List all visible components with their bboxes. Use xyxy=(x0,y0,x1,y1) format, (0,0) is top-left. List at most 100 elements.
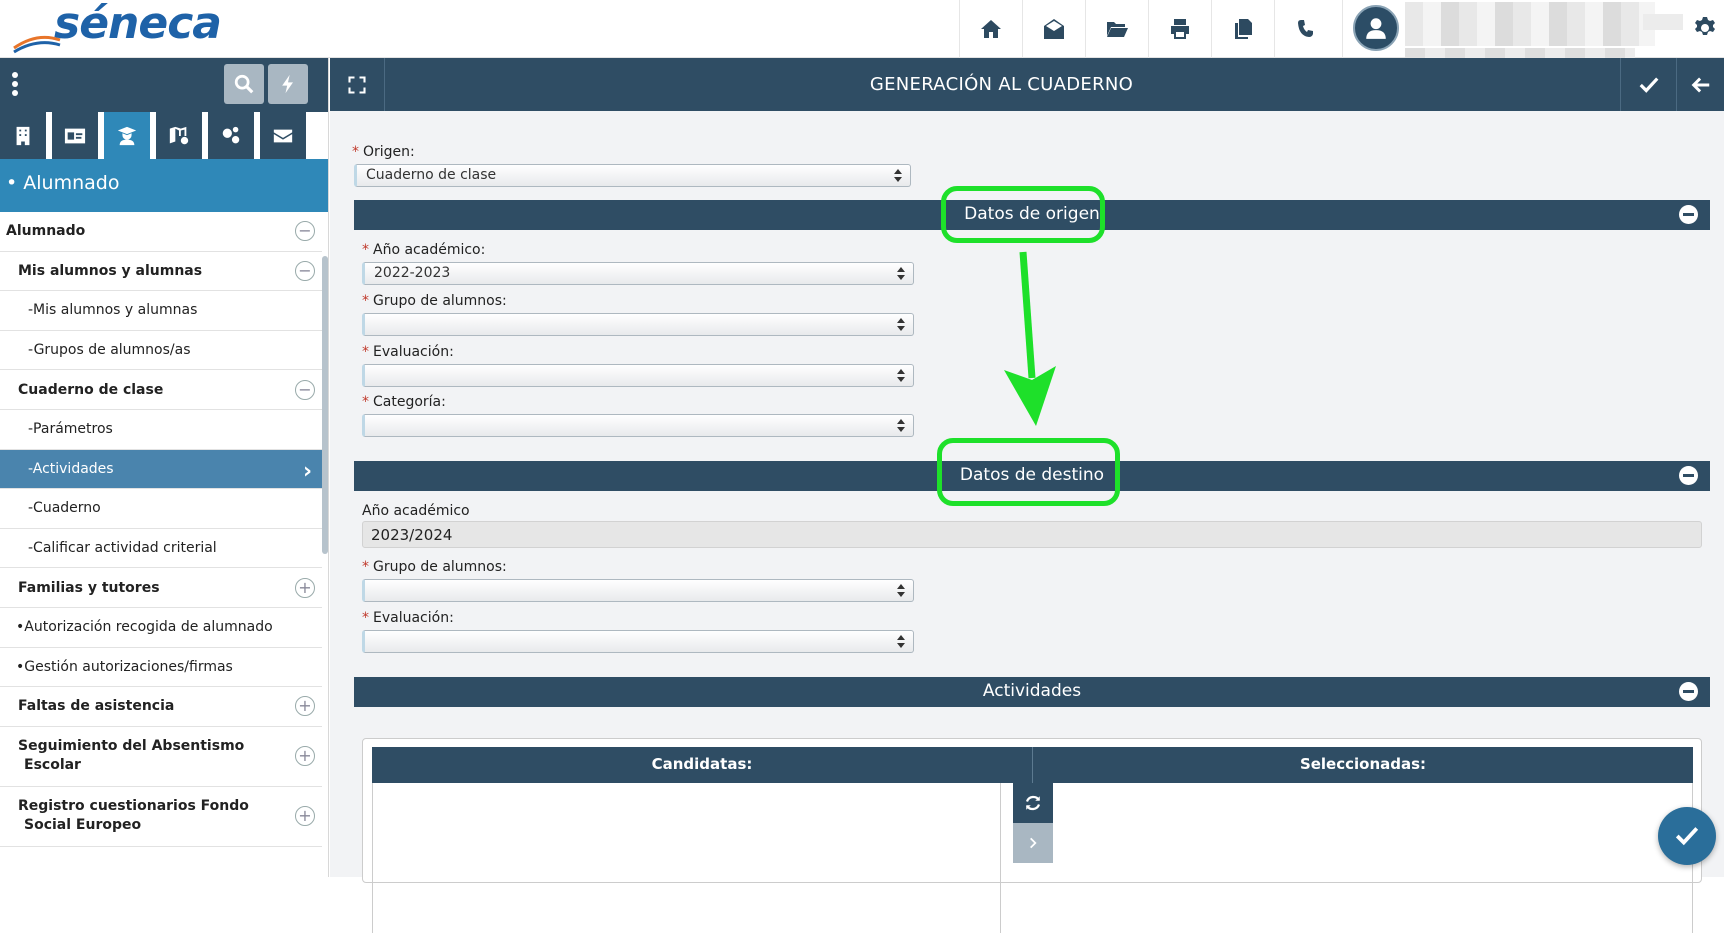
mail-button[interactable] xyxy=(1022,0,1085,58)
sidebar-menu-item[interactable]: Faltas de asistencia + xyxy=(0,687,322,727)
annotation-arrow-icon xyxy=(1004,251,1056,426)
collapse-minus-icon[interactable]: − xyxy=(295,221,315,242)
more-options-icon[interactable] xyxy=(10,72,20,98)
main-content: GENERACIÓN AL CUADERNO * Origen: Cuaderno… xyxy=(330,58,1724,933)
tab-alumnado[interactable] xyxy=(104,112,150,159)
sidebar-menu-item[interactable]: Alumnado − xyxy=(0,212,322,252)
sidebar-menu-item[interactable]: -Calificar actividad criterial xyxy=(0,529,322,569)
chevron-right-icon xyxy=(1030,837,1037,849)
tab-personal[interactable] xyxy=(52,112,98,159)
collapse-actividades-icon[interactable] xyxy=(1679,682,1698,701)
check-icon xyxy=(1675,827,1699,846)
envelope-icon xyxy=(273,129,293,142)
floating-accept-button[interactable] xyxy=(1658,807,1716,865)
print-icon xyxy=(1171,19,1189,39)
move-right-button[interactable] xyxy=(1013,823,1053,863)
sidebar-menu: Alumnado − Mis alumnos y alumnas − -Mis alum… xyxy=(0,212,328,877)
actividades-header[interactable]: Actividades xyxy=(354,677,1710,707)
expand-plus-icon[interactable]: + xyxy=(295,696,315,717)
origen-select[interactable]: Cuaderno de clase xyxy=(354,164,911,187)
student-icon xyxy=(117,126,137,145)
anio-origen-select[interactable]: 2022-2023 xyxy=(362,262,914,285)
sidebar-menu-item[interactable]: Cuaderno de clase − xyxy=(0,370,322,410)
collapse-origen-icon[interactable] xyxy=(1679,205,1698,224)
sidebar-menu-item-label: Alumnado xyxy=(6,223,86,240)
collapse-destino-icon[interactable] xyxy=(1679,466,1698,485)
folder-open-icon xyxy=(1107,22,1128,37)
sidebar-menu-item[interactable]: Familias y tutores + xyxy=(0,568,322,608)
settings-gear-icon[interactable] xyxy=(1693,16,1717,40)
anio-destino-value: 2023/2024 xyxy=(362,521,1702,548)
candidatas-list[interactable] xyxy=(372,783,1001,933)
sidebar-menu-item[interactable]: -Cuaderno xyxy=(0,489,322,529)
arrow-left-icon xyxy=(1691,77,1709,92)
sidebar: • Alumnado Alumnado − Mis alumnos y alumna… xyxy=(0,58,329,877)
sidebar-menu-item-label-line2: Escolar xyxy=(24,757,81,774)
search-button[interactable] xyxy=(224,64,264,104)
grupo-destino-select[interactable] xyxy=(362,579,914,602)
evaluacion-origen-select[interactable] xyxy=(362,364,914,387)
expand-plus-icon[interactable]: + xyxy=(295,746,315,767)
sidebar-menu-item[interactable]: Mis alumnos y alumnas − xyxy=(0,252,322,292)
grupo-destino-label: * Grupo de alumnos: xyxy=(362,559,507,575)
sidebar-menu-item-label-line1: Seguimiento del Absentismo xyxy=(18,738,245,755)
quick-access-button[interactable] xyxy=(268,64,308,104)
accept-button[interactable] xyxy=(1620,58,1676,111)
collapse-minus-icon[interactable]: − xyxy=(295,379,315,400)
sidebar-menu-item[interactable]: -Parámetros xyxy=(0,410,322,450)
sidebar-menu-item-label: Mis alumnos y alumnas xyxy=(18,262,203,279)
refresh-button[interactable] xyxy=(1013,783,1053,823)
seleccionadas-list[interactable] xyxy=(1053,783,1693,933)
sidebar-menu-item-label: -Mis alumnos y alumnas xyxy=(28,302,198,319)
home-icon xyxy=(981,20,1001,38)
evaluacion-origen-label: * Evaluación: xyxy=(362,344,454,360)
tab-mensajes[interactable] xyxy=(260,112,306,159)
lightning-icon xyxy=(282,74,293,94)
folder-button[interactable] xyxy=(1085,0,1148,58)
sidebar-menu-item[interactable]: Seguimiento del Absentismo Escolar + xyxy=(0,727,322,787)
sidebar-menu-item[interactable]: •Gestión autorizaciones/firmas xyxy=(0,648,322,688)
sidebar-scrollbar[interactable] xyxy=(322,256,328,554)
tab-centro[interactable] xyxy=(0,112,46,159)
sidebar-menu-item-label: Faltas de asistencia xyxy=(18,698,175,715)
sidebar-menu-item-label: Familias y tutores xyxy=(18,579,160,596)
actividades-panel: Candidatas: Seleccionadas: xyxy=(362,738,1702,933)
back-button[interactable] xyxy=(1676,58,1724,111)
grupo-origen-label: * Grupo de alumnos: xyxy=(362,293,507,309)
tab-mapa[interactable] xyxy=(156,112,202,159)
sidebar-menu-item[interactable]: -Actividades › xyxy=(0,449,322,490)
categoria-origen-label: * Categoría: xyxy=(362,394,446,410)
collapse-minus-icon[interactable]: − xyxy=(295,260,315,281)
id-card-icon xyxy=(64,128,86,143)
evaluacion-destino-select[interactable] xyxy=(362,630,914,653)
print-button[interactable] xyxy=(1148,0,1211,58)
user-avatar[interactable] xyxy=(1353,5,1399,51)
seneca-logo[interactable]: séneca xyxy=(12,0,222,56)
blurred-user-extra xyxy=(1643,14,1683,30)
grupo-origen-select[interactable] xyxy=(362,313,914,336)
page-title: GENERACIÓN AL CUADERNO xyxy=(869,74,1134,95)
categoria-origen-select[interactable] xyxy=(362,414,914,437)
sidebar-menu-item[interactable]: -Grupos de alumnos/as xyxy=(0,331,322,371)
home-button[interactable] xyxy=(959,0,1022,58)
chevron-right-icon: › xyxy=(303,458,313,484)
sidebar-menu-item-label: •Gestión autorizaciones/firmas xyxy=(16,658,233,675)
phone-button[interactable] xyxy=(1274,0,1337,58)
tab-utilidades[interactable] xyxy=(208,112,254,159)
annotation-box-origen xyxy=(941,186,1105,243)
sidebar-menu-item-label: Seguimiento del Absentismo Escolar xyxy=(18,737,244,775)
user-area[interactable] xyxy=(1342,0,1724,64)
sidebar-menu-item[interactable]: Registro cuestionarios Fondo Social Europ… xyxy=(0,787,322,847)
expand-plus-icon[interactable]: + xyxy=(295,577,315,598)
sidebar-menu-item-label: -Grupos de alumnos/as xyxy=(28,342,191,359)
expand-plus-icon[interactable]: + xyxy=(295,806,315,827)
blurred-user-name xyxy=(1405,2,1655,46)
top-bar: séneca xyxy=(0,0,1724,64)
sidebar-menu-item[interactable]: •Autorización recogida de alumnado xyxy=(0,608,322,648)
copy-button[interactable] xyxy=(1211,0,1274,58)
sidebar-menu-item[interactable]: -Mis alumnos y alumnas xyxy=(0,291,322,331)
sidebar-menu-item-label: Registro cuestionarios Fondo Social Europ… xyxy=(18,797,249,835)
anio-destino-label: Año académico xyxy=(362,503,470,519)
sidebar-menu-item-label: Cuaderno de clase xyxy=(18,381,164,398)
map-gear-icon xyxy=(169,126,189,144)
